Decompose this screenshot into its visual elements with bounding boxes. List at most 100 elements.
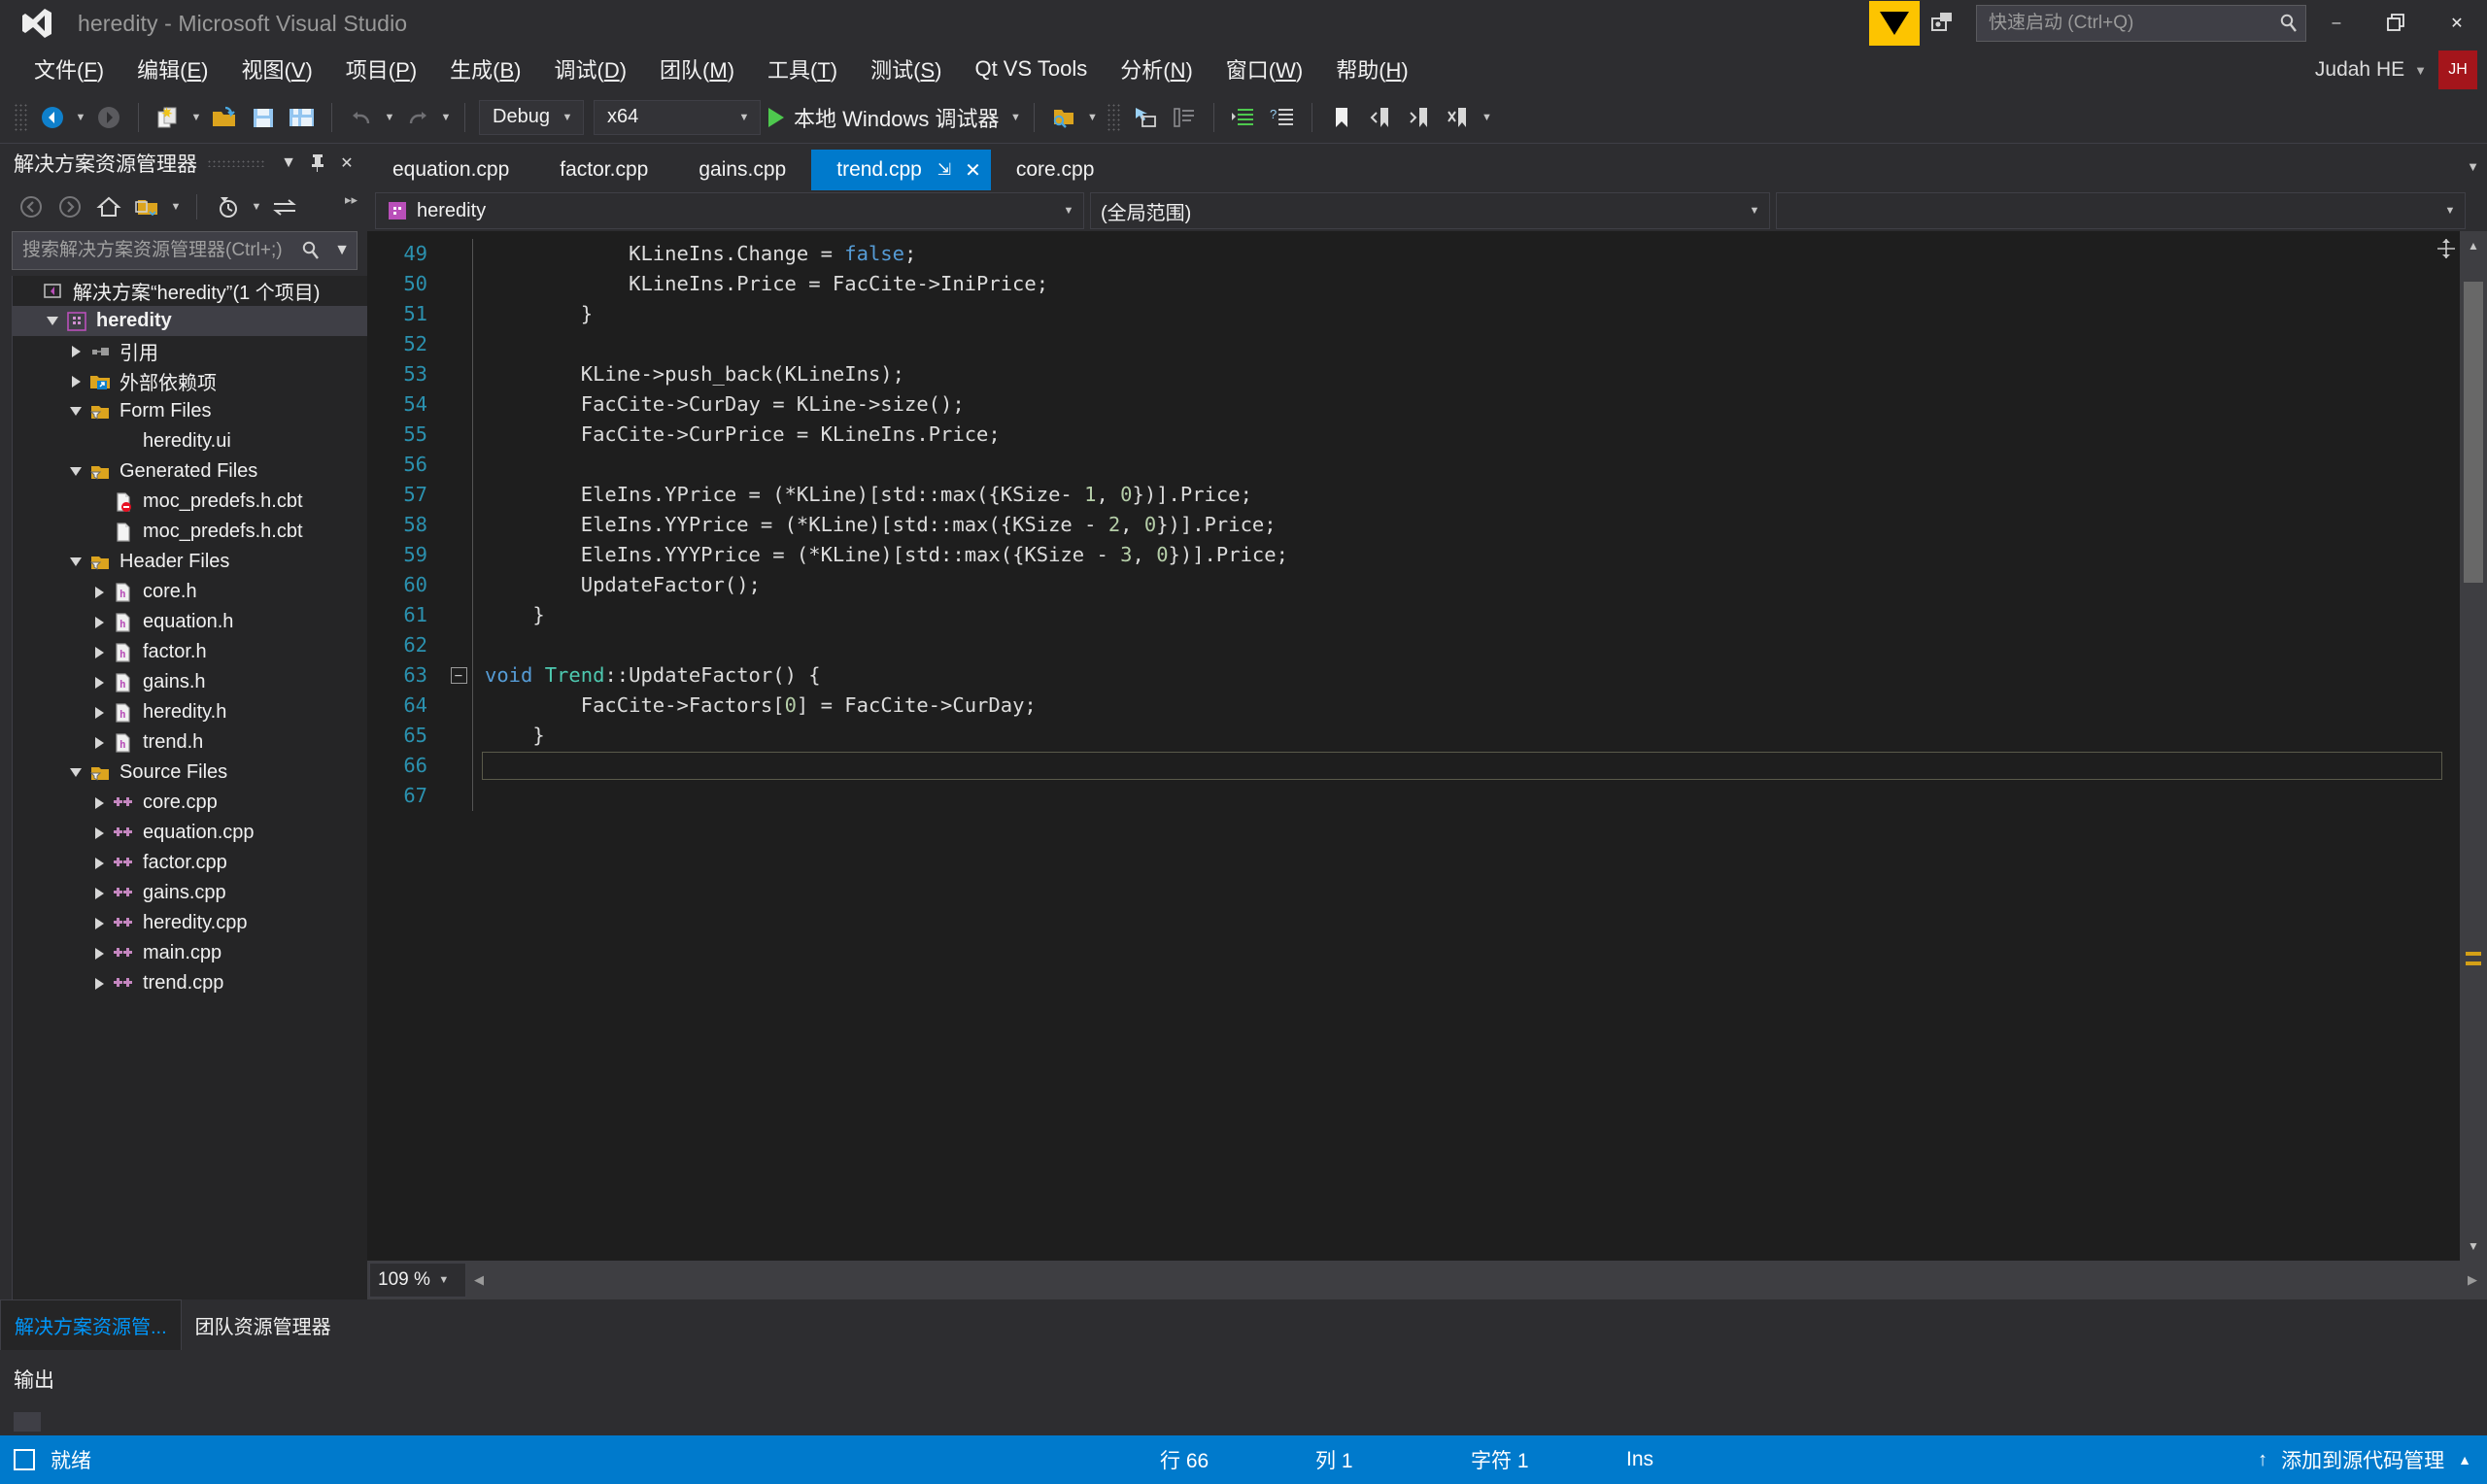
tree-item-heredity.ui[interactable]: heredity.ui xyxy=(13,426,367,456)
pin-icon[interactable] xyxy=(303,147,332,180)
menu-item-2[interactable]: 视图(V) xyxy=(224,50,328,88)
tree-item-gains.h[interactable]: h gains.h xyxy=(13,667,367,697)
editor-vertical-scrollbar[interactable]: ▲ ▼ xyxy=(2460,231,2487,1261)
navigate-back-dropdown-icon[interactable]: ▼ xyxy=(72,98,89,137)
restore-button[interactable] xyxy=(2367,0,2427,47)
menu-item-6[interactable]: 团队(M) xyxy=(643,50,751,88)
menu-item-11[interactable]: 窗口(W) xyxy=(1209,50,1319,88)
close-icon[interactable]: ✕ xyxy=(332,147,361,180)
redo-dropdown-icon[interactable]: ▼ xyxy=(437,98,455,137)
code-text[interactable]: } xyxy=(473,600,544,630)
toggle-bookmark-icon[interactable] xyxy=(1322,98,1361,137)
increase-indent-icon[interactable] xyxy=(1224,98,1263,137)
tree-item-heredity.cpp[interactable]: heredity.cpp xyxy=(13,908,367,938)
code-line[interactable]: 54 FacCite->CurDay = KLine->size(); xyxy=(367,389,2460,420)
code-line[interactable]: 59 EleIns.YYYPrice = (*KLine)[std::max({… xyxy=(367,540,2460,570)
code-line[interactable]: 57 EleIns.YPrice = (*KLine)[std::max({KS… xyxy=(367,480,2460,510)
save-all-icon[interactable] xyxy=(283,98,322,137)
tree-item-trend.h[interactable]: h trend.h xyxy=(13,727,367,758)
dock-tab-1[interactable]: 团队资源管理器 xyxy=(181,1299,345,1350)
chevron-down-icon[interactable]: ▼ xyxy=(1740,205,1769,217)
navigate-forward-icon[interactable] xyxy=(89,98,128,137)
expand-arrow-icon[interactable] xyxy=(88,947,110,960)
send-feedback-icon[interactable] xyxy=(1869,1,1920,46)
new-item-icon[interactable] xyxy=(149,98,187,137)
goto-definition-icon[interactable] xyxy=(1126,98,1165,137)
collapse-arrow-icon[interactable] xyxy=(42,317,63,325)
code-line[interactable]: 49 KLineIns.Change = false; xyxy=(367,239,2460,269)
toolbar-overflow-icon[interactable]: ▸▸ xyxy=(345,192,358,208)
chevron-down-icon[interactable]: ▼ xyxy=(2436,205,2465,217)
project-combo[interactable]: heredity ▼ xyxy=(375,192,1084,229)
code-text[interactable] xyxy=(473,751,485,781)
collapse-region-icon[interactable]: − xyxy=(445,667,472,684)
code-text[interactable]: EleIns.YYYPrice = (*KLine)[std::max({KSi… xyxy=(473,540,1288,570)
undo-icon[interactable] xyxy=(342,98,381,137)
expand-arrow-icon[interactable] xyxy=(88,616,110,628)
tree-item-equation.h[interactable]: h equation.h xyxy=(13,607,367,637)
code-text[interactable]: KLine->push_back(KLineIns); xyxy=(473,359,904,389)
code-line[interactable]: 55 FacCite->CurPrice = KLineIns.Price; xyxy=(367,420,2460,450)
document-tab-gains-cpp[interactable]: gains.cpp xyxy=(673,150,811,190)
zoom-combo[interactable]: 109 % ▼ xyxy=(369,1263,466,1298)
collapse-arrow-icon[interactable] xyxy=(65,407,86,416)
collapse-arrow-icon[interactable] xyxy=(65,768,86,777)
document-tab-equation-cpp[interactable]: equation.cpp xyxy=(367,150,534,190)
tree-item-heredity1[interactable]: 解决方案“heredity”(1 个项目) xyxy=(13,276,367,306)
code-editor[interactable]: 49 KLineIns.Change = false; 50 KLineIns.P… xyxy=(367,231,2487,1261)
code-surface[interactable]: 49 KLineIns.Change = false; 50 KLineIns.P… xyxy=(367,231,2460,1261)
menu-item-10[interactable]: 分析(N) xyxy=(1104,50,1209,88)
find-dropdown-icon[interactable]: ▼ xyxy=(1083,98,1101,137)
tree-item-formfiles[interactable]: Form Files xyxy=(13,396,367,426)
code-text[interactable] xyxy=(473,630,485,660)
show-all-files-dropdown-icon[interactable]: ▼ xyxy=(167,187,185,226)
close-button[interactable]: ✕ xyxy=(2427,0,2487,47)
expand-arrow-icon[interactable] xyxy=(88,586,110,598)
tree-item-mocpredefs.h.cbt[interactable]: moc_predefs.h.cbt xyxy=(13,517,367,547)
source-control-area[interactable]: ↑ 添加到源代码管理 ▲ xyxy=(2258,1445,2487,1474)
tab-overflow-icon[interactable]: ▼ xyxy=(2467,159,2479,174)
code-line[interactable]: 61 } xyxy=(367,600,2460,630)
tree-item-sourcefiles[interactable]: Source Files xyxy=(13,758,367,788)
search-input[interactable] xyxy=(13,240,294,261)
tree-item-gains.cpp[interactable]: gains.cpp xyxy=(13,878,367,908)
member-combo[interactable]: ▼ xyxy=(1776,192,2466,229)
panel-drag-handle[interactable] xyxy=(207,159,264,167)
avatar[interactable]: JH xyxy=(2438,51,2477,89)
clear-bookmarks-icon[interactable] xyxy=(1439,98,1478,137)
find-in-files-icon[interactable] xyxy=(1044,98,1083,137)
scrollbar-thumb[interactable] xyxy=(2464,282,2483,583)
quick-launch-input[interactable] xyxy=(1977,13,2272,34)
solution-explorer-search-box[interactable]: ▼ xyxy=(12,231,358,270)
next-bookmark-icon[interactable] xyxy=(1400,98,1439,137)
document-tab-trend-cpp[interactable]: trend.cpp ⇲ ✕ xyxy=(811,150,991,190)
code-line[interactable]: 67 xyxy=(367,781,2460,811)
code-text[interactable]: FacCite->CurDay = KLine->size(); xyxy=(473,389,965,420)
expand-arrow-icon[interactable] xyxy=(88,646,110,658)
tree-item-core.cpp[interactable]: core.cpp xyxy=(13,788,367,818)
toolbar-grip[interactable] xyxy=(14,102,27,132)
code-line[interactable]: 62 xyxy=(367,630,2460,660)
code-text[interactable] xyxy=(473,781,485,811)
chevron-down-icon[interactable]: ▼ xyxy=(2414,63,2427,78)
tree-item-headerfiles[interactable]: Header Files xyxy=(13,547,367,577)
expand-arrow-icon[interactable] xyxy=(88,917,110,929)
sync-with-active-document-icon[interactable] xyxy=(265,187,304,226)
scroll-left-icon[interactable]: ◀ xyxy=(466,1272,492,1288)
code-lines[interactable]: 49 KLineIns.Change = false; 50 KLineIns.P… xyxy=(367,231,2460,811)
chevron-down-icon[interactable]: ▼ xyxy=(552,112,583,123)
user-account-area[interactable]: Judah HE ▼ JH xyxy=(2315,51,2477,89)
code-text[interactable]: void Trend::UpdateFactor() { xyxy=(473,660,821,691)
chevron-up-icon[interactable]: ▲ xyxy=(2458,1452,2471,1467)
new-item-dropdown-icon[interactable]: ▼ xyxy=(187,98,205,137)
notifications-icon[interactable] xyxy=(1920,1,1964,46)
pending-changes-dropdown-icon[interactable]: ▼ xyxy=(248,187,265,226)
forward-icon[interactable] xyxy=(51,187,89,226)
menu-item-0[interactable]: 文件(F) xyxy=(17,50,120,88)
expand-arrow-icon[interactable] xyxy=(88,887,110,899)
tree-item-[interactable]: 外部依赖项 xyxy=(13,366,367,396)
platform-combo[interactable]: x64 ▼ xyxy=(594,99,761,135)
code-line[interactable]: 51 } xyxy=(367,299,2460,329)
panel-menu-icon[interactable]: ▼ xyxy=(274,147,303,180)
code-text[interactable]: } xyxy=(473,721,544,751)
